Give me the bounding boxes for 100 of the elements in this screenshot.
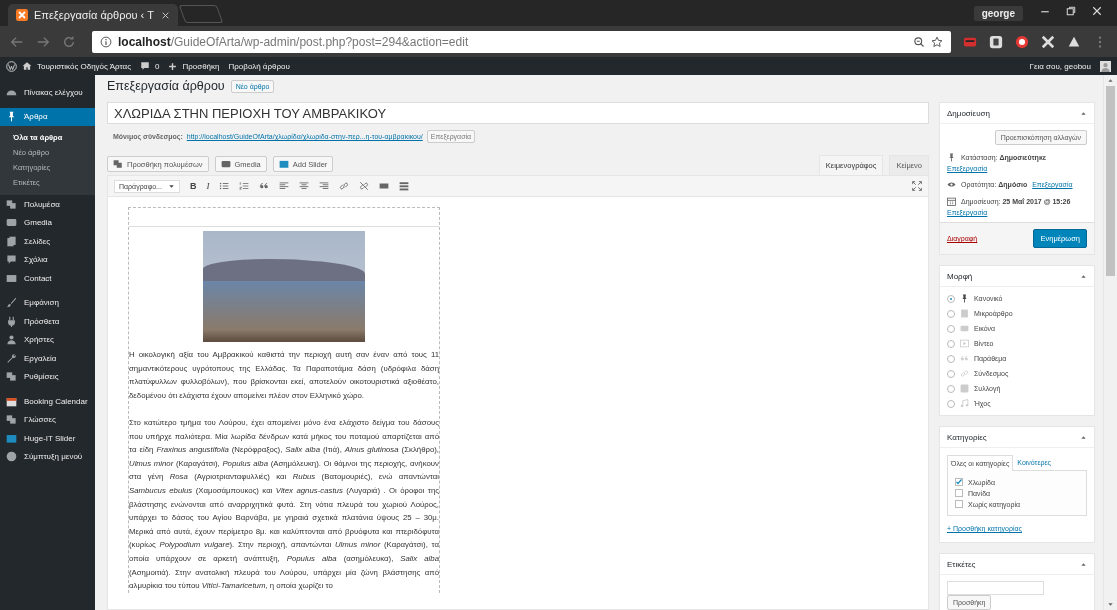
reload-icon[interactable] xyxy=(62,34,76,49)
home-icon xyxy=(22,61,32,71)
logo-icon[interactable] xyxy=(6,60,17,72)
app-icon xyxy=(16,9,28,21)
info-icon[interactable] xyxy=(100,35,112,48)
squares-icon xyxy=(6,414,17,426)
slides-icon xyxy=(278,159,289,169)
checkbox[interactable] xyxy=(955,478,963,486)
pin-icon xyxy=(960,294,969,303)
sidebar-item[interactable]: Σχόλια xyxy=(0,250,95,269)
align-left-icon[interactable] xyxy=(279,181,290,191)
greeting-link[interactable]: Γεια σου, geobou xyxy=(1029,61,1091,71)
close-icon[interactable] xyxy=(1091,5,1103,17)
sidebar-item[interactable]: Σελίδες xyxy=(0,232,95,251)
radio-button[interactable] xyxy=(947,294,955,303)
new-link[interactable]: Προσθήκη xyxy=(182,61,220,71)
view-post-link[interactable]: Προβολή άρθρου xyxy=(228,61,290,71)
extension-icon[interactable] xyxy=(1015,34,1029,49)
scroll-up-icon[interactable] xyxy=(1107,77,1114,84)
tag-input[interactable] xyxy=(947,581,1044,595)
collapse-arrow-icon[interactable] xyxy=(1080,109,1087,117)
slides-icon xyxy=(6,432,17,444)
plus-icon xyxy=(168,61,178,71)
editor-content[interactable] xyxy=(107,197,929,610)
extension-icon[interactable] xyxy=(1041,34,1055,49)
radio-button[interactable] xyxy=(947,309,955,318)
eye-icon xyxy=(947,180,956,189)
sidebar-item[interactable]: Ρυθμίσεις xyxy=(0,367,95,386)
image-icon xyxy=(220,159,231,169)
speech-bubble-icon xyxy=(6,254,17,266)
numbered-list-icon[interactable] xyxy=(239,181,250,191)
unlink-icon[interactable] xyxy=(359,181,370,191)
pages-icon xyxy=(6,235,17,247)
radio-button[interactable] xyxy=(947,399,955,408)
brush-icon xyxy=(6,297,17,309)
sidebar-item[interactable]: Άρθρα xyxy=(0,107,95,126)
panel-title: Δημοσίευση xyxy=(947,108,990,118)
calendar-icon xyxy=(6,395,17,407)
radio-button[interactable] xyxy=(947,339,955,348)
comment-count[interactable]: 0 xyxy=(155,61,160,71)
plug-icon xyxy=(6,315,17,327)
panel-title: Κατηγορίες xyxy=(947,432,987,442)
video-icon xyxy=(960,339,969,348)
radio-button[interactable] xyxy=(947,369,955,378)
sidebar-item[interactable]: Gmedia xyxy=(0,213,95,232)
back-icon[interactable] xyxy=(10,34,24,49)
link-icon[interactable] xyxy=(339,181,350,191)
address-bar[interactable]: localhost/GuideOfArta/wp-admin/post.php?post=294&action=edit xyxy=(92,30,951,53)
person-icon xyxy=(6,334,17,346)
checkbox[interactable] xyxy=(955,489,963,497)
link-icon xyxy=(960,369,969,378)
align-right-icon[interactable] xyxy=(319,181,330,191)
radio-button[interactable] xyxy=(947,384,955,393)
scrollbar-thumb[interactable] xyxy=(1106,86,1115,276)
sidebar-item[interactable]: Πίνακας ελέγχου xyxy=(0,83,95,102)
collapse-arrow-icon[interactable] xyxy=(1080,560,1087,568)
site-link[interactable]: Τουριστικός Οδηγός Άρτας xyxy=(37,61,131,71)
toolbar-button[interactable]: I xyxy=(206,181,210,191)
bulleted-list-icon[interactable] xyxy=(219,181,230,191)
checkbox[interactable] xyxy=(955,500,963,508)
title-field[interactable]: ΧΛΩΡΙΔΑ ΣΤΗΝ ΠΕΡΙΟΧΗ ΤΟΥ ΑΜΒΡΑΚΙΚΟΥ xyxy=(107,102,929,124)
sidebar-item[interactable]: Γλώσσες xyxy=(0,410,95,429)
scroll-down-icon[interactable] xyxy=(1107,601,1114,608)
sidebar-item[interactable]: Booking Calendar xyxy=(0,392,95,411)
quote-icon[interactable] xyxy=(259,181,270,191)
sidebar-item[interactable]: Πολυμέσα xyxy=(0,195,95,214)
scrollbar[interactable] xyxy=(1103,75,1117,610)
panel-title: Μορφή xyxy=(947,271,973,281)
sidebar-item[interactable]: Contact xyxy=(0,269,95,288)
toolbar-button[interactable]: B xyxy=(189,181,197,191)
url-text: localhost/GuideOfArta/wp-admin/post.php?post=294&action=edit xyxy=(118,34,469,49)
restore-icon[interactable] xyxy=(1065,5,1077,17)
zoom-icon[interactable] xyxy=(913,35,925,48)
avatar-icon[interactable] xyxy=(1100,60,1111,72)
radio-button[interactable] xyxy=(947,324,955,333)
squares-icon xyxy=(6,198,17,210)
align-center-icon[interactable] xyxy=(299,181,310,191)
profile-button[interactable]: george xyxy=(973,5,1023,21)
sidebar-item[interactable]: Χρήστες xyxy=(0,330,95,349)
sidebar-item[interactable]: Πρόσθετα xyxy=(0,312,95,331)
sidebar-item[interactable]: Huge-IT Slider xyxy=(0,429,95,448)
collapse-arrow-icon[interactable] xyxy=(1080,433,1087,441)
pin-icon xyxy=(6,111,17,123)
collapse-arrow-icon[interactable] xyxy=(1080,272,1087,280)
sidebar-item[interactable]: Σύμπτυξη μενού xyxy=(0,447,95,466)
squares-icon xyxy=(6,371,17,383)
fullscreen-icon[interactable] xyxy=(912,181,922,191)
toolbar-toggle-icon[interactable] xyxy=(399,181,410,191)
sidebar-item[interactable]: Εμφάνιση xyxy=(0,293,95,312)
page-heading: Επεξεργασία άρθρου xyxy=(107,79,225,93)
star-icon[interactable] xyxy=(931,35,943,48)
circle-icon xyxy=(6,451,17,463)
browser-tab[interactable]: Επεξεργασία άρθρου ‹ T xyxy=(8,4,178,26)
forward-icon[interactable] xyxy=(36,34,50,49)
radio-button[interactable] xyxy=(947,354,955,363)
close-icon[interactable] xyxy=(161,10,170,20)
note-icon xyxy=(960,309,969,318)
extension-icon[interactable] xyxy=(989,34,1003,49)
quote-icon xyxy=(960,354,969,363)
sidebar-item[interactable]: Εργαλεία xyxy=(0,349,95,368)
